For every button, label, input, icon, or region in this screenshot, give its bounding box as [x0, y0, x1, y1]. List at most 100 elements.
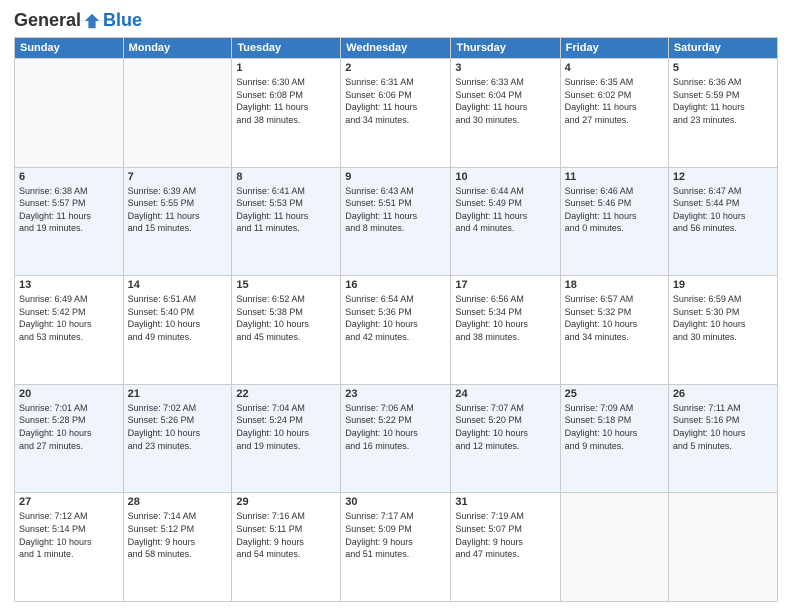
day-content: Sunrise: 7:19 AM Sunset: 5:07 PM Dayligh… [455, 510, 555, 560]
week-row-2: 6 Sunrise: 6:38 AM Sunset: 5:57 PM Daylig… [15, 167, 778, 276]
day-cell: 9 Sunrise: 6:43 AM Sunset: 5:51 PM Daylig… [341, 167, 451, 276]
day-number: 8 [236, 171, 336, 183]
day-number: 3 [455, 62, 555, 74]
day-number: 16 [345, 279, 446, 291]
day-content: Sunrise: 6:49 AM Sunset: 5:42 PM Dayligh… [19, 293, 119, 343]
day-cell: 31 Sunrise: 7:19 AM Sunset: 5:07 PM Dayli… [451, 493, 560, 602]
day-number: 1 [236, 62, 336, 74]
day-content: Sunrise: 6:52 AM Sunset: 5:38 PM Dayligh… [236, 293, 336, 343]
day-cell: 16Sunrise: 6:54 AM Sunset: 5:36 PM Dayli… [341, 276, 451, 385]
day-header-saturday: Saturday [668, 38, 777, 59]
week-row-4: 20Sunrise: 7:01 AM Sunset: 5:28 PM Dayli… [15, 384, 778, 493]
day-cell: 21Sunrise: 7:02 AM Sunset: 5:26 PM Dayli… [123, 384, 232, 493]
day-content: Sunrise: 6:56 AM Sunset: 5:34 PM Dayligh… [455, 293, 555, 343]
day-number: 6 [19, 171, 119, 183]
logo-area: General Blue [14, 10, 142, 31]
day-content: Sunrise: 7:11 AM Sunset: 5:16 PM Dayligh… [673, 402, 773, 452]
day-number: 30 [345, 496, 446, 508]
day-number: 11 [565, 171, 664, 183]
day-cell: 27Sunrise: 7:12 AM Sunset: 5:14 PM Dayli… [15, 493, 124, 602]
day-cell: 4 Sunrise: 6:35 AM Sunset: 6:02 PM Daylig… [560, 59, 668, 168]
day-cell: 19Sunrise: 6:59 AM Sunset: 5:30 PM Dayli… [668, 276, 777, 385]
week-row-5: 27Sunrise: 7:12 AM Sunset: 5:14 PM Dayli… [15, 493, 778, 602]
day-number: 23 [345, 388, 446, 400]
day-cell: 14 Sunrise: 6:51 AM Sunset: 5:40 PM Dayli… [123, 276, 232, 385]
day-content: Sunrise: 7:07 AM Sunset: 5:20 PM Dayligh… [455, 402, 555, 452]
logo: General Blue [14, 10, 142, 31]
day-content: Sunrise: 6:47 AM Sunset: 5:44 PM Dayligh… [673, 185, 773, 235]
day-content: Sunrise: 6:31 AM Sunset: 6:06 PM Dayligh… [345, 76, 446, 126]
day-cell: 20Sunrise: 7:01 AM Sunset: 5:28 PM Dayli… [15, 384, 124, 493]
day-cell: 5 Sunrise: 6:36 AM Sunset: 5:59 PM Daylig… [668, 59, 777, 168]
day-number: 29 [236, 496, 336, 508]
day-content: Sunrise: 6:41 AM Sunset: 5:53 PM Dayligh… [236, 185, 336, 235]
day-cell [560, 493, 668, 602]
week-row-3: 13Sunrise: 6:49 AM Sunset: 5:42 PM Dayli… [15, 276, 778, 385]
day-number: 2 [345, 62, 446, 74]
day-number: 17 [455, 279, 555, 291]
day-cell: 13Sunrise: 6:49 AM Sunset: 5:42 PM Dayli… [15, 276, 124, 385]
day-cell: 7Sunrise: 6:39 AM Sunset: 5:55 PM Daylig… [123, 167, 232, 276]
day-cell [123, 59, 232, 168]
day-cell: 24 Sunrise: 7:07 AM Sunset: 5:20 PM Dayli… [451, 384, 560, 493]
day-number: 22 [236, 388, 336, 400]
day-content: Sunrise: 7:16 AM Sunset: 5:11 PM Dayligh… [236, 510, 336, 560]
day-cell: 17 Sunrise: 6:56 AM Sunset: 5:34 PM Dayli… [451, 276, 560, 385]
day-number: 12 [673, 171, 773, 183]
day-content: Sunrise: 6:33 AM Sunset: 6:04 PM Dayligh… [455, 76, 555, 126]
day-number: 5 [673, 62, 773, 74]
day-content: Sunrise: 6:35 AM Sunset: 6:02 PM Dayligh… [565, 76, 664, 126]
day-number: 19 [673, 279, 773, 291]
day-number: 24 [455, 388, 555, 400]
day-content: Sunrise: 6:46 AM Sunset: 5:46 PM Dayligh… [565, 185, 664, 235]
day-cell [15, 59, 124, 168]
day-content: Sunrise: 6:51 AM Sunset: 5:40 PM Dayligh… [128, 293, 228, 343]
day-cell: 25Sunrise: 7:09 AM Sunset: 5:18 PM Dayli… [560, 384, 668, 493]
day-number: 14 [128, 279, 228, 291]
day-cell: 10 Sunrise: 6:44 AM Sunset: 5:49 PM Dayli… [451, 167, 560, 276]
header: General Blue [14, 10, 778, 31]
day-cell: 6 Sunrise: 6:38 AM Sunset: 5:57 PM Daylig… [15, 167, 124, 276]
day-content: Sunrise: 7:06 AM Sunset: 5:22 PM Dayligh… [345, 402, 446, 452]
day-number: 20 [19, 388, 119, 400]
day-content: Sunrise: 6:43 AM Sunset: 5:51 PM Dayligh… [345, 185, 446, 235]
day-header-thursday: Thursday [451, 38, 560, 59]
logo-general-text: General [14, 10, 81, 31]
logo-icon [83, 12, 101, 30]
day-cell: 23 Sunrise: 7:06 AM Sunset: 5:22 PM Dayli… [341, 384, 451, 493]
day-header-monday: Monday [123, 38, 232, 59]
day-content: Sunrise: 6:38 AM Sunset: 5:57 PM Dayligh… [19, 185, 119, 235]
day-cell: 3 Sunrise: 6:33 AM Sunset: 6:04 PM Daylig… [451, 59, 560, 168]
day-content: Sunrise: 7:14 AM Sunset: 5:12 PM Dayligh… [128, 510, 228, 560]
day-number: 31 [455, 496, 555, 508]
day-cell: 12 Sunrise: 6:47 AM Sunset: 5:44 PM Dayli… [668, 167, 777, 276]
day-content: Sunrise: 6:44 AM Sunset: 5:49 PM Dayligh… [455, 185, 555, 235]
day-content: Sunrise: 6:36 AM Sunset: 5:59 PM Dayligh… [673, 76, 773, 126]
calendar-table: SundayMondayTuesdayWednesdayThursdayFrid… [14, 37, 778, 602]
day-cell: 28Sunrise: 7:14 AM Sunset: 5:12 PM Dayli… [123, 493, 232, 602]
day-header-friday: Friday [560, 38, 668, 59]
day-content: Sunrise: 7:04 AM Sunset: 5:24 PM Dayligh… [236, 402, 336, 452]
day-number: 10 [455, 171, 555, 183]
day-cell: 11 Sunrise: 6:46 AM Sunset: 5:46 PM Dayli… [560, 167, 668, 276]
day-content: Sunrise: 6:39 AM Sunset: 5:55 PM Dayligh… [128, 185, 228, 235]
day-content: Sunrise: 7:02 AM Sunset: 5:26 PM Dayligh… [128, 402, 228, 452]
day-cell: 22 Sunrise: 7:04 AM Sunset: 5:24 PM Dayli… [232, 384, 341, 493]
day-cell: 1Sunrise: 6:30 AM Sunset: 6:08 PM Daylig… [232, 59, 341, 168]
day-number: 15 [236, 279, 336, 291]
page: General Blue SundayMondayTuesdayWednesda… [0, 0, 792, 612]
day-content: Sunrise: 7:17 AM Sunset: 5:09 PM Dayligh… [345, 510, 446, 560]
day-number: 25 [565, 388, 664, 400]
day-content: Sunrise: 7:12 AM Sunset: 5:14 PM Dayligh… [19, 510, 119, 560]
day-header-tuesday: Tuesday [232, 38, 341, 59]
day-cell: 15 Sunrise: 6:52 AM Sunset: 5:38 PM Dayli… [232, 276, 341, 385]
day-number: 9 [345, 171, 446, 183]
day-header-sunday: Sunday [15, 38, 124, 59]
day-number: 4 [565, 62, 664, 74]
day-cell: 8 Sunrise: 6:41 AM Sunset: 5:53 PM Daylig… [232, 167, 341, 276]
day-cell [668, 493, 777, 602]
day-cell: 2 Sunrise: 6:31 AM Sunset: 6:06 PM Daylig… [341, 59, 451, 168]
day-content: Sunrise: 6:57 AM Sunset: 5:32 PM Dayligh… [565, 293, 664, 343]
day-cell: 30 Sunrise: 7:17 AM Sunset: 5:09 PM Dayli… [341, 493, 451, 602]
day-number: 26 [673, 388, 773, 400]
